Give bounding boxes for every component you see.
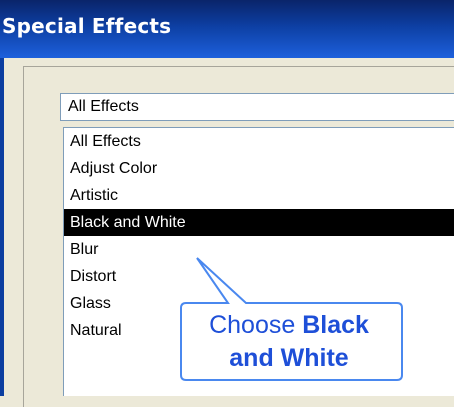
list-item-natural[interactable]: Natural [70, 317, 122, 344]
list-item-all-effects[interactable]: All Effects [70, 128, 141, 155]
callout-bold-1: Black [302, 311, 369, 339]
effects-category-dropdown[interactable]: All Effects [60, 93, 454, 121]
list-item-blur[interactable]: Blur [70, 236, 98, 263]
list-item-artistic[interactable]: Artistic [70, 182, 118, 209]
window-title-bar: Special Effects [0, 0, 454, 58]
dropdown-selected-value: All Effects [68, 98, 139, 115]
list-item-black-and-white[interactable]: Black and White [64, 209, 454, 236]
callout-bold-2: and White [229, 344, 349, 372]
list-item-glass[interactable]: Glass [70, 290, 111, 317]
window-title: Special Effects [2, 14, 172, 38]
list-item-adjust-color[interactable]: Adjust Color [70, 155, 157, 182]
list-item-distort[interactable]: Distort [70, 263, 116, 290]
callout-text: Choose Black and White [176, 309, 402, 375]
callout-prefix: Choose [209, 311, 296, 339]
